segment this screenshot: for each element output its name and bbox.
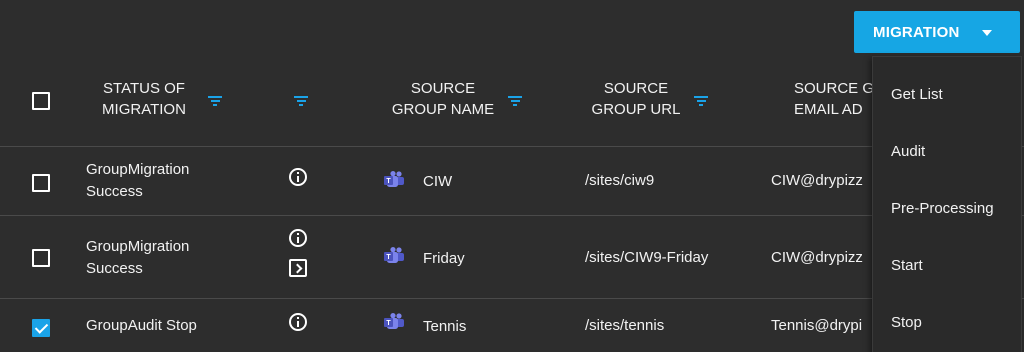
source-group-name: Tennis bbox=[423, 318, 467, 335]
status-line2: Success bbox=[86, 183, 143, 200]
source-group-url: /sites/tennis bbox=[585, 317, 665, 334]
info-icon[interactable] bbox=[289, 229, 307, 247]
column-header-source-group-name: SOURCE GROUP NAME bbox=[386, 78, 500, 120]
status-filter-icon[interactable] bbox=[208, 96, 222, 106]
migration-grid-page: STATUS OF MIGRATION SOURCE GROUP NAME SO… bbox=[0, 0, 1024, 352]
chevron-down-icon bbox=[982, 30, 992, 36]
status-line2: Success bbox=[86, 260, 143, 277]
table-header: STATUS OF MIGRATION SOURCE GROUP NAME SO… bbox=[0, 60, 1024, 147]
microsoft-teams-icon: T bbox=[384, 171, 404, 187]
info-icon[interactable] bbox=[289, 313, 307, 331]
column-header-status-line2: MIGRATION bbox=[102, 101, 186, 118]
migration-button[interactable]: MIGRATION bbox=[854, 11, 1020, 53]
migration-dropdown-menu: Get List Audit Pre-Processing Start Stop bbox=[872, 56, 1022, 352]
column-header-source-name-line1: SOURCE bbox=[410, 80, 476, 97]
source-url-filter-icon[interactable] bbox=[694, 96, 708, 106]
table-row[interactable]: GroupAudit Stop T Tennis /sites/tennis T… bbox=[0, 299, 1024, 352]
status-line1: GroupMigration bbox=[86, 161, 190, 178]
source-group-email: CIW@drypizz bbox=[771, 172, 863, 189]
source-group-email: CIW@drypizz bbox=[771, 249, 863, 266]
svg-text:T: T bbox=[386, 254, 391, 261]
open-arrow-icon[interactable] bbox=[289, 259, 307, 277]
column-header-source-group-email: SOURCE G EMAIL AD bbox=[794, 78, 874, 120]
row-checkbox[interactable] bbox=[32, 174, 50, 192]
menu-item-start[interactable]: Start bbox=[873, 238, 1021, 294]
source-group-name: CIW bbox=[423, 173, 453, 190]
status-line1: GroupAudit Stop bbox=[86, 317, 197, 334]
source-group-email: Tennis@drypi bbox=[771, 317, 863, 334]
column-header-source-email-line1: SOURCE G bbox=[794, 80, 874, 97]
menu-item-pre-processing[interactable]: Pre-Processing bbox=[873, 181, 1021, 237]
column-header-source-url-line1: SOURCE bbox=[603, 80, 669, 97]
svg-text:T: T bbox=[386, 320, 391, 327]
row-checkbox[interactable] bbox=[32, 319, 50, 337]
column-header-source-url-line2: GROUP URL bbox=[591, 101, 681, 118]
column-header-source-email-line2: EMAIL AD bbox=[794, 101, 863, 118]
menu-item-stop[interactable]: Stop bbox=[873, 295, 1021, 351]
row-checkbox[interactable] bbox=[32, 249, 50, 267]
status-line1: GroupMigration bbox=[86, 238, 190, 255]
info-column-filter-icon[interactable] bbox=[294, 96, 308, 106]
source-group-name: Friday bbox=[423, 250, 465, 267]
source-name-filter-icon[interactable] bbox=[508, 96, 522, 106]
table-row[interactable]: GroupMigration Success T CIW /sites/ciw9… bbox=[0, 147, 1024, 216]
source-group-url: /sites/CIW9-Friday bbox=[585, 249, 709, 266]
microsoft-teams-icon: T bbox=[384, 313, 404, 329]
source-group-url: /sites/ciw9 bbox=[585, 172, 655, 189]
menu-item-audit[interactable]: Audit bbox=[873, 124, 1021, 180]
column-header-source-group-url: SOURCE GROUP URL bbox=[586, 78, 686, 120]
table-row[interactable]: GroupMigration Success T Friday /sites/C… bbox=[0, 216, 1024, 299]
svg-text:T: T bbox=[386, 178, 391, 185]
column-header-status: STATUS OF MIGRATION bbox=[92, 78, 196, 120]
select-all-checkbox[interactable] bbox=[32, 92, 50, 110]
column-header-status-line1: STATUS OF bbox=[103, 80, 185, 97]
info-icon[interactable] bbox=[289, 168, 307, 186]
microsoft-teams-icon: T bbox=[384, 247, 404, 263]
menu-item-get-list[interactable]: Get List bbox=[873, 67, 1021, 123]
column-header-source-name-line2: GROUP NAME bbox=[391, 101, 495, 118]
migration-button-label: MIGRATION bbox=[873, 23, 960, 41]
